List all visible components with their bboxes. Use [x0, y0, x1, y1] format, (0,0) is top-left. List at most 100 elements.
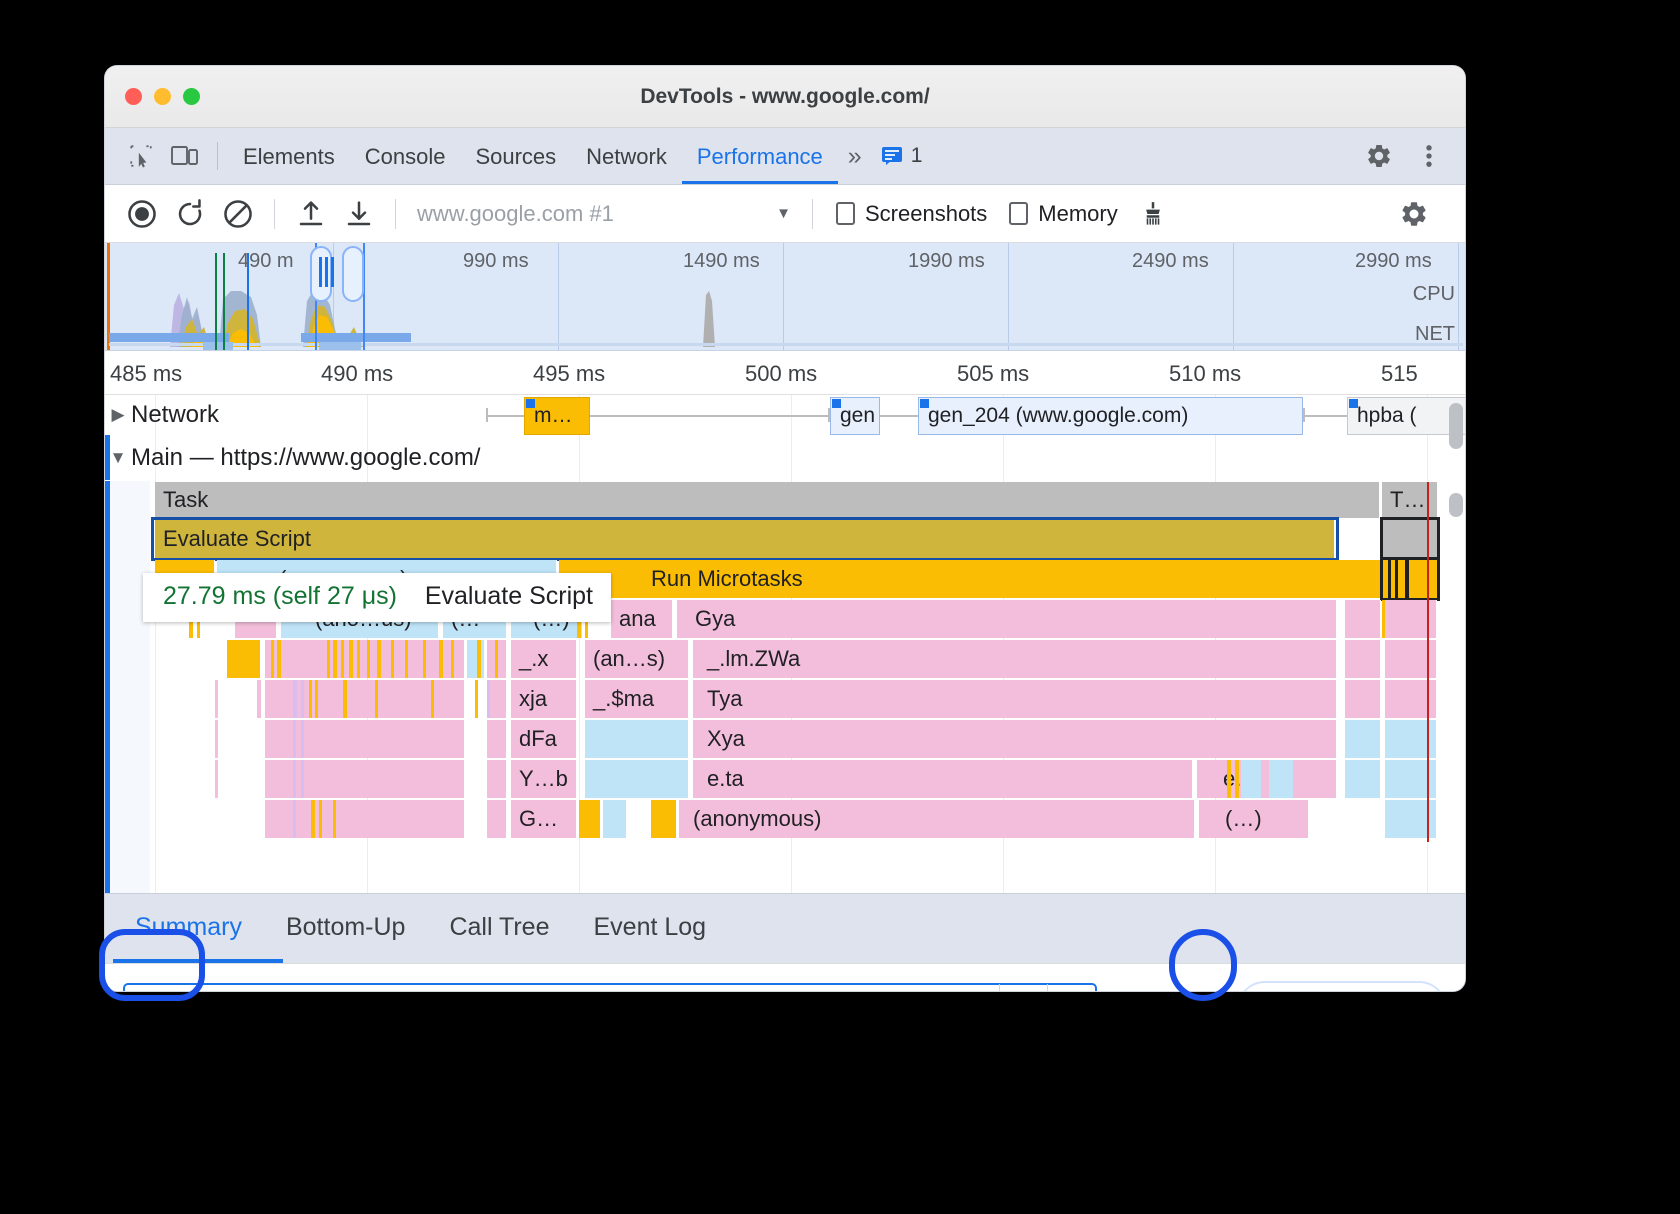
overview-cpu-label: CPU — [1413, 283, 1455, 306]
overview-tick: 2490 ms — [1132, 250, 1209, 273]
memory-checkbox-box[interactable] — [1009, 202, 1028, 225]
network-connector — [590, 415, 830, 417]
overview-selection-grips[interactable] — [319, 257, 334, 287]
flame-bar-run-microtasks[interactable]: Run Microtasks — [559, 560, 1435, 598]
network-connector — [880, 415, 918, 417]
overview-gridline — [1008, 243, 1009, 350]
flame-scrollbar-thumb[interactable] — [1449, 493, 1463, 517]
chevron-down-icon: ▼ — [776, 205, 799, 222]
memory-checkbox[interactable]: Memory — [999, 201, 1127, 227]
tab-performance[interactable]: Performance — [682, 128, 838, 185]
flame-chart-panel[interactable]: ▶ Network m… gen gen_204 (www.google.com… — [105, 395, 1465, 893]
regex-toggle-button[interactable]: .* — [1165, 983, 1217, 992]
upload-profile-icon[interactable] — [288, 191, 334, 237]
overview-gridline — [558, 243, 559, 350]
overview-gridline — [1458, 243, 1459, 350]
flame-bar-label: T… — [1390, 487, 1425, 513]
screenshots-checkbox-box[interactable] — [836, 202, 855, 225]
network-request-label: gen_204 (www.google.com) — [928, 404, 1188, 428]
tab-elements[interactable]: Elements — [228, 128, 350, 185]
ruler-tick: 490 ms — [321, 361, 393, 387]
capture-settings-gear-icon[interactable] — [1391, 191, 1437, 237]
match-case-button[interactable]: Aa — [1105, 983, 1157, 992]
reload-record-icon[interactable] — [167, 191, 213, 237]
tooltip-duration: 27.79 ms (self 27 μs) — [163, 582, 397, 610]
ruler-tick: 515 — [1381, 361, 1418, 387]
ruler-tick: 510 ms — [1169, 361, 1241, 387]
timing-marker-line — [1427, 482, 1429, 842]
network-request-label: gen — [840, 404, 875, 428]
performance-toolbar: www.google.com #1 ▼ Screenshots Memory — [105, 185, 1465, 243]
issues-badge[interactable]: 1 — [872, 144, 931, 168]
tab-sources[interactable]: Sources — [460, 128, 571, 185]
request-priority-dot — [1349, 399, 1358, 408]
profile-selector-label: www.google.com #1 — [409, 201, 614, 227]
network-request-item[interactable]: m… — [524, 397, 590, 435]
search-next-button[interactable] — [1047, 984, 1095, 992]
toolbar-divider-1 — [274, 199, 275, 229]
tooltip-event-name: Evaluate Script — [425, 582, 593, 610]
download-profile-icon[interactable] — [336, 191, 382, 237]
network-request-item[interactable]: gen_204 (www.google.com) — [918, 397, 1303, 435]
overview-tick: 2990 ms — [1355, 250, 1432, 273]
request-priority-dot — [920, 399, 929, 408]
network-request-label: m… — [534, 404, 573, 428]
overview-tick: 1490 ms — [683, 250, 760, 273]
drawer-tab-event-log[interactable]: Event Log — [572, 894, 729, 964]
more-vertical-icon[interactable] — [1407, 134, 1451, 178]
window-title: DevTools - www.google.com/ — [105, 85, 1465, 109]
timeline-overview[interactable]: 490 m 990 ms 1490 ms 1990 ms 2490 ms 299… — [105, 243, 1465, 351]
network-request-item[interactable]: hpba ( — [1347, 397, 1465, 435]
flame-bar-outline — [1380, 517, 1440, 561]
track-row-main[interactable]: ▼ Main — https://www.google.com/ — [105, 437, 1465, 479]
cpu-activity-sparkline-2 — [697, 275, 737, 347]
flame-slivers — [105, 600, 1445, 860]
flame-scrollbar-thumb-top[interactable] — [1449, 403, 1463, 449]
devtools-window: DevTools - www.google.com/ Elements Cons… — [105, 66, 1465, 991]
flame-bar-task[interactable]: Task — [155, 482, 1380, 518]
drawer-tab-summary[interactable]: Summary — [113, 894, 264, 964]
search-prev-button[interactable] — [999, 984, 1047, 992]
flame-bar-evaluate-script[interactable]: Evaluate Script — [155, 520, 1335, 558]
network-request-item[interactable]: gen — [830, 397, 880, 435]
drawer-tab-bottom-up[interactable]: Bottom-Up — [264, 894, 427, 964]
network-track-label: Network — [131, 401, 219, 429]
record-circle-icon[interactable] — [119, 191, 165, 237]
overview-gridline — [783, 243, 784, 350]
toolbar-divider-3 — [812, 199, 813, 229]
ruler-tick: 500 ms — [745, 361, 817, 387]
ruler-tick: 485 ms — [110, 361, 182, 387]
overview-net-bar — [109, 333, 229, 342]
overview-tick: 490 m — [238, 250, 294, 273]
flame-bar-task-2[interactable]: T… — [1382, 482, 1438, 518]
tab-console[interactable]: Console — [350, 128, 461, 185]
cancel-button[interactable]: Cancel — [1237, 981, 1447, 992]
inspect-icon[interactable] — [119, 134, 163, 178]
flame-bar-outline-2 — [1380, 557, 1440, 601]
network-connector — [486, 415, 528, 417]
overview-net-bar — [203, 342, 233, 351]
overview-selection-handle-right[interactable] — [342, 246, 364, 302]
tab-network[interactable]: Network — [571, 128, 682, 185]
collect-garbage-icon[interactable] — [1130, 191, 1176, 237]
drawer-tab-call-tree[interactable]: Call Tree — [427, 894, 571, 964]
network-tick — [486, 408, 488, 422]
flame-tooltip: 27.79 ms (self 27 μs) Evaluate Script — [143, 573, 611, 622]
clear-icon[interactable] — [215, 191, 261, 237]
main-twisty-icon[interactable]: ▼ — [105, 448, 131, 468]
perf-toolbar-right — [1391, 191, 1451, 237]
memory-label: Memory — [1038, 201, 1117, 227]
search-input-box[interactable]: ✕ 1 of 18 — [123, 983, 1097, 992]
device-toolbar-icon[interactable] — [163, 134, 207, 178]
ruler-tick: 505 ms — [957, 361, 1029, 387]
timeline-ruler: 485 ms 490 ms 495 ms 500 ms 505 ms 510 m… — [105, 351, 1465, 395]
network-twisty-icon[interactable]: ▶ — [105, 405, 131, 425]
settings-gear-icon[interactable] — [1357, 134, 1401, 178]
search-bar: ✕ 1 of 18 Aa .* Cancel — [105, 963, 1465, 991]
ruler-tick: 495 ms — [533, 361, 605, 387]
issues-icon — [880, 144, 904, 168]
flame-bar-label: Evaluate Script — [163, 526, 311, 552]
profile-selector[interactable]: www.google.com #1 ▼ — [409, 191, 799, 237]
more-tabs-icon[interactable]: » — [838, 142, 872, 171]
screenshots-checkbox[interactable]: Screenshots — [826, 201, 997, 227]
